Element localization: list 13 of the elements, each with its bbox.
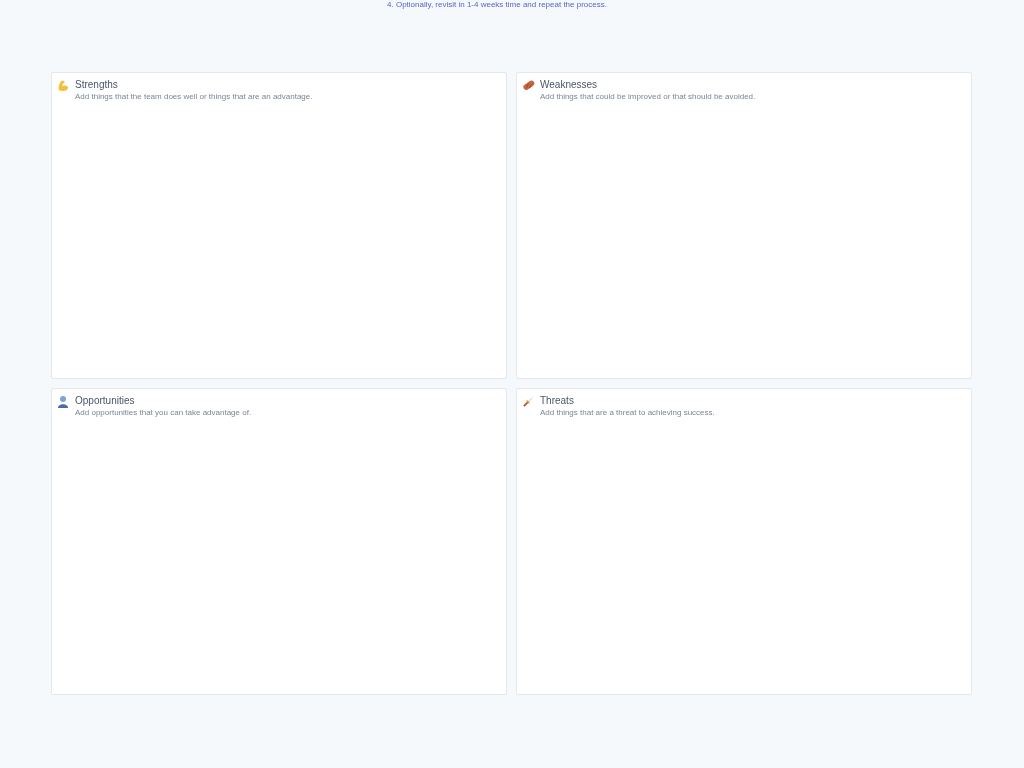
quadrant-description: Add things that the team does well or things that are an advantage. xyxy=(75,92,313,101)
quadrant-description: Add things that are a threat to achieving success. xyxy=(540,408,715,417)
quadrant-title: Strengths xyxy=(75,79,119,91)
quadrant-title: Threats xyxy=(540,395,575,407)
instruction-text: 4. Optionally, revisit in 1-4 weeks time and repeat the process. xyxy=(387,0,607,11)
person-icon xyxy=(57,395,70,408)
wood-log-icon xyxy=(522,79,535,92)
dagger-icon xyxy=(522,395,535,408)
quadrant-title: Weaknesses xyxy=(540,79,599,91)
quadrant-description: Add things that could be improved or that should be avoided. xyxy=(540,92,756,101)
quadrant-title: Opportunities xyxy=(75,395,136,407)
arm-icon xyxy=(57,79,70,92)
quadrant-description: Add opportunities that you can take advantage of. xyxy=(75,408,252,417)
